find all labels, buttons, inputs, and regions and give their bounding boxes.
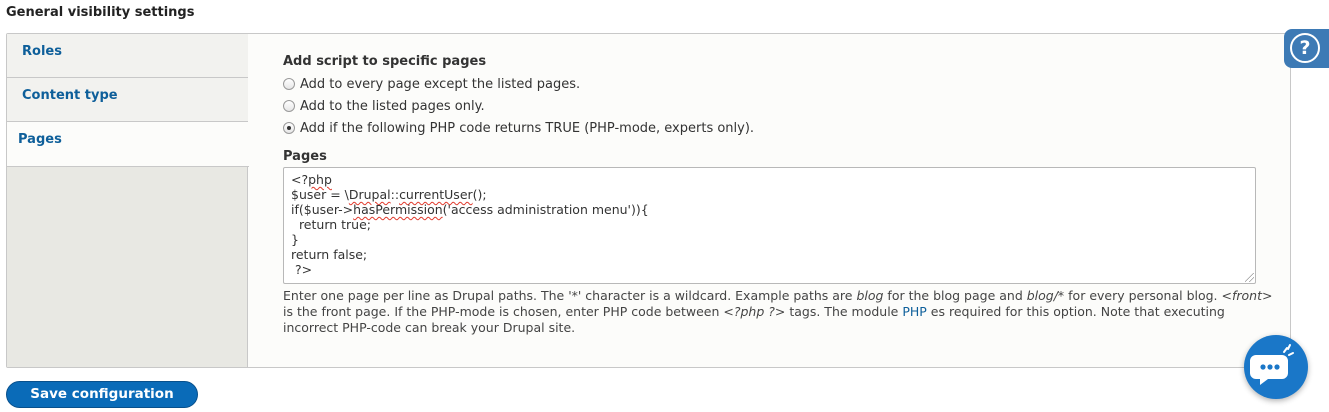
code-line: return true; xyxy=(291,217,372,232)
php-module-link[interactable]: PHP xyxy=(902,304,926,319)
pages-pane: Add script to specific pages Add to ever… xyxy=(283,54,1290,164)
radio-label: Add to the listed pages only. xyxy=(300,98,485,114)
save-configuration-button[interactable]: Save configuration xyxy=(6,381,198,408)
code-line: <?php xyxy=(291,172,332,187)
tab-pages[interactable]: Pages xyxy=(7,122,249,167)
vertical-tabs: Roles Content type Pages Add script to s… xyxy=(6,33,1291,368)
radio-label: Add to every page except the listed page… xyxy=(300,76,581,92)
code-line: ?> xyxy=(291,262,313,277)
pages-heading: Add script to specific pages xyxy=(283,54,487,69)
help-icon: ? xyxy=(1290,33,1320,63)
chat-bubble-icon xyxy=(1250,344,1294,385)
code-line: return false; xyxy=(291,247,368,262)
pages-code-textarea[interactable]: <?php $user = \Drupal::currentUser(); if($… xyxy=(283,167,1256,284)
resize-grip-icon[interactable] xyxy=(1245,273,1254,282)
radio-button-checked[interactable] xyxy=(283,122,295,134)
chat-button[interactable] xyxy=(1244,335,1308,399)
radio-label: Add if the following PHP code returns TR… xyxy=(300,120,755,136)
vertical-tab-menu: Roles Content type Pages xyxy=(7,34,249,367)
code-line: $user = \Drupal::currentUser(); xyxy=(291,187,487,202)
radio-option-php-mode[interactable]: Add if the following PHP code returns TR… xyxy=(283,117,1290,139)
code-line: if($user->hasPermission('access administ… xyxy=(291,202,649,217)
tab-roles[interactable]: Roles xyxy=(7,34,248,78)
help-button[interactable]: ? xyxy=(1284,29,1329,68)
radio-button[interactable] xyxy=(283,100,295,112)
radio-option-except-listed[interactable]: Add to every page except the listed page… xyxy=(283,73,1290,95)
code-line: } xyxy=(291,232,299,247)
pages-field-label: Pages xyxy=(283,149,327,164)
tab-content-type[interactable]: Content type xyxy=(7,78,248,122)
section-title: General visibility settings xyxy=(6,5,195,20)
radio-button[interactable] xyxy=(283,78,295,90)
pages-description: Enter one page per line as Drupal paths.… xyxy=(283,288,1273,335)
radio-option-listed-only[interactable]: Add to the listed pages only. xyxy=(283,95,1290,117)
